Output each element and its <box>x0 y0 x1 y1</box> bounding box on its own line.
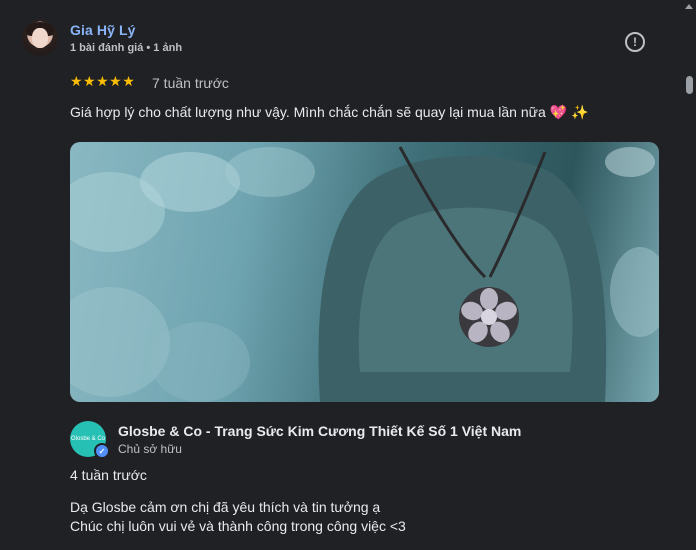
scroll-up-arrow-icon[interactable] <box>685 4 693 9</box>
owner-reply-time: 4 tuần trước <box>70 467 147 483</box>
verified-check-icon: ✓ <box>94 443 110 459</box>
review-time: 7 tuần trước <box>152 75 229 91</box>
heart-emoji: 💖 <box>549 104 568 120</box>
reviewer-name[interactable]: Gia Hỹ Lý <box>70 22 135 38</box>
scrollbar[interactable] <box>682 0 696 550</box>
owner-reply-line2: Chúc chị luôn vui vẻ và thành công trong… <box>70 518 406 534</box>
review-card: Gia Hỹ Lý 1 bài đánh giá • 1 ảnh ! ★★★★★… <box>0 0 682 550</box>
owner-logo-text: Glosbe & Co <box>70 436 106 442</box>
sparkle-emoji: ✨ <box>571 104 589 120</box>
info-icon[interactable]: ! <box>625 32 645 52</box>
owner-reply-line1: Dạ Glosbe cảm ơn chị đã yêu thích và tin… <box>70 499 381 515</box>
star-rating: ★★★★★ <box>70 73 136 89</box>
review-text-body: Giá hợp lý cho chất lượng như vậy. Mình … <box>70 104 546 120</box>
reviewer-meta: 1 bài đánh giá • 1 ảnh <box>70 42 183 54</box>
review-text: Giá hợp lý cho chất lượng như vậy. Mình … <box>70 104 589 121</box>
scrollbar-thumb[interactable] <box>686 76 693 94</box>
owner-role: Chủ sở hữu <box>118 442 182 456</box>
owner-name[interactable]: Glosbe & Co - Trang Sức Kim Cương Thiết … <box>118 423 521 439</box>
reviewer-avatar[interactable] <box>22 20 58 56</box>
review-photo[interactable] <box>70 142 659 402</box>
